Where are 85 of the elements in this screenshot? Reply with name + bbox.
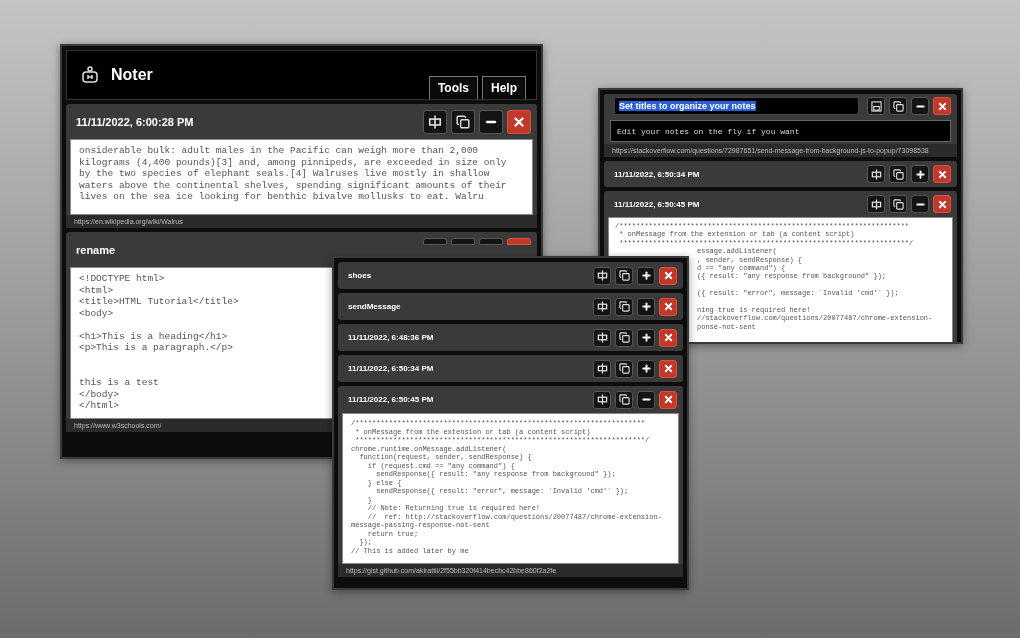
note-edit-field[interactable]: Edit your notes on the fly if you want [610, 120, 951, 142]
plus-icon [640, 363, 652, 374]
collapse-button[interactable] [637, 390, 655, 409]
split-button[interactable] [423, 109, 447, 134]
copy-icon [892, 100, 904, 112]
copy-icon [892, 198, 904, 210]
collapse-button[interactable] [911, 195, 929, 213]
copy-button[interactable] [889, 195, 907, 213]
split-icon [596, 394, 608, 405]
copy-icon [618, 270, 630, 281]
plus-icon [640, 332, 652, 343]
split-button[interactable] [867, 195, 885, 213]
split-button[interactable] [593, 266, 611, 285]
expand-button[interactable] [637, 328, 655, 347]
menu-tab[interactable]: Tools [428, 76, 478, 99]
note-title: 11/11/2022, 6:50:45 PM [614, 199, 701, 209]
copy-icon [618, 332, 630, 343]
close-icon [662, 363, 674, 374]
close-button[interactable] [659, 297, 677, 316]
split-icon [428, 114, 442, 129]
plus-icon [914, 168, 926, 180]
expand-button[interactable] [911, 165, 929, 183]
copy-button[interactable] [615, 297, 633, 316]
expand-button[interactable] [637, 359, 655, 378]
split-button[interactable] [593, 297, 611, 316]
close-button[interactable] [659, 359, 677, 378]
copy-icon [618, 363, 630, 374]
close-icon [936, 198, 948, 210]
close-button[interactable] [507, 109, 531, 134]
split-icon [596, 332, 608, 343]
close-button[interactable] [933, 97, 951, 115]
collapse-button[interactable] [479, 109, 503, 134]
split-button[interactable] [867, 165, 885, 183]
close-icon [662, 270, 674, 281]
close-icon [662, 301, 674, 312]
close-button[interactable] [659, 266, 677, 285]
note-title: sendMessage [348, 302, 402, 311]
copy-button[interactable] [615, 359, 633, 378]
copy-button[interactable] [889, 165, 907, 183]
split-icon [870, 198, 882, 210]
collapse-button[interactable] [911, 97, 929, 115]
selected-title-text: Set titles to organize your notes [619, 101, 756, 111]
note-title: rename [76, 243, 117, 256]
close-icon [662, 394, 674, 405]
note-body: onsiderable bulk: adult males in the Pacific can weigh more than 2,000 kilograms (4,400 pounds)[3] and, among pinnipeds, are exceeded in size only by the two species of elephant seals.[4] Walruses live mostly in shallow waters above the continental shelves, spending significant amounts of their lives on the sea ice looking for benthic bivalve mollusks to eat. Walru [70, 139, 533, 215]
robot-logo-icon [81, 66, 99, 84]
save-button[interactable] [867, 97, 885, 115]
copy-icon [456, 114, 470, 129]
copy-button[interactable] [615, 266, 633, 285]
split-icon [596, 363, 608, 374]
copy-icon [618, 394, 630, 405]
copy-button[interactable] [615, 390, 633, 409]
menu-tab[interactable]: Help [482, 76, 526, 99]
copy-icon [618, 301, 630, 312]
close-icon [936, 100, 948, 112]
note-title: 11/11/2022, 6:50:45 PM [348, 395, 435, 404]
close-button[interactable] [659, 328, 677, 347]
app-title: Noter [111, 66, 154, 84]
close-icon [662, 332, 674, 343]
close-icon [512, 114, 526, 129]
title-input-field[interactable]: Set titles to organize your notes [614, 97, 859, 115]
note-title: 11/11/2022, 6:48:36 PM [348, 333, 435, 342]
note-title: 11/11/2022, 6:50:34 PM [348, 364, 435, 373]
save-icon [870, 100, 882, 112]
note-title: shoes [348, 271, 373, 280]
expand-button[interactable] [637, 297, 655, 316]
split-button[interactable] [593, 359, 611, 378]
note-title: 11/11/2022, 6:50:34 PM [614, 169, 701, 179]
close-button[interactable] [659, 390, 677, 409]
copy-button[interactable] [451, 109, 475, 134]
split-icon [596, 270, 608, 281]
copy-button[interactable] [615, 328, 633, 347]
plus-icon [640, 270, 652, 281]
close-button[interactable] [933, 195, 951, 213]
copy-icon [892, 168, 904, 180]
copy-button[interactable] [889, 97, 907, 115]
close-button[interactable] [933, 165, 951, 183]
split-icon [870, 168, 882, 180]
close-icon [936, 168, 948, 180]
plus-icon [640, 301, 652, 312]
expand-button[interactable] [637, 266, 655, 285]
split-button[interactable] [593, 328, 611, 347]
split-button[interactable] [593, 390, 611, 409]
note-title: 11/11/2022, 6:00:28 PM [76, 115, 195, 128]
split-icon [596, 301, 608, 312]
